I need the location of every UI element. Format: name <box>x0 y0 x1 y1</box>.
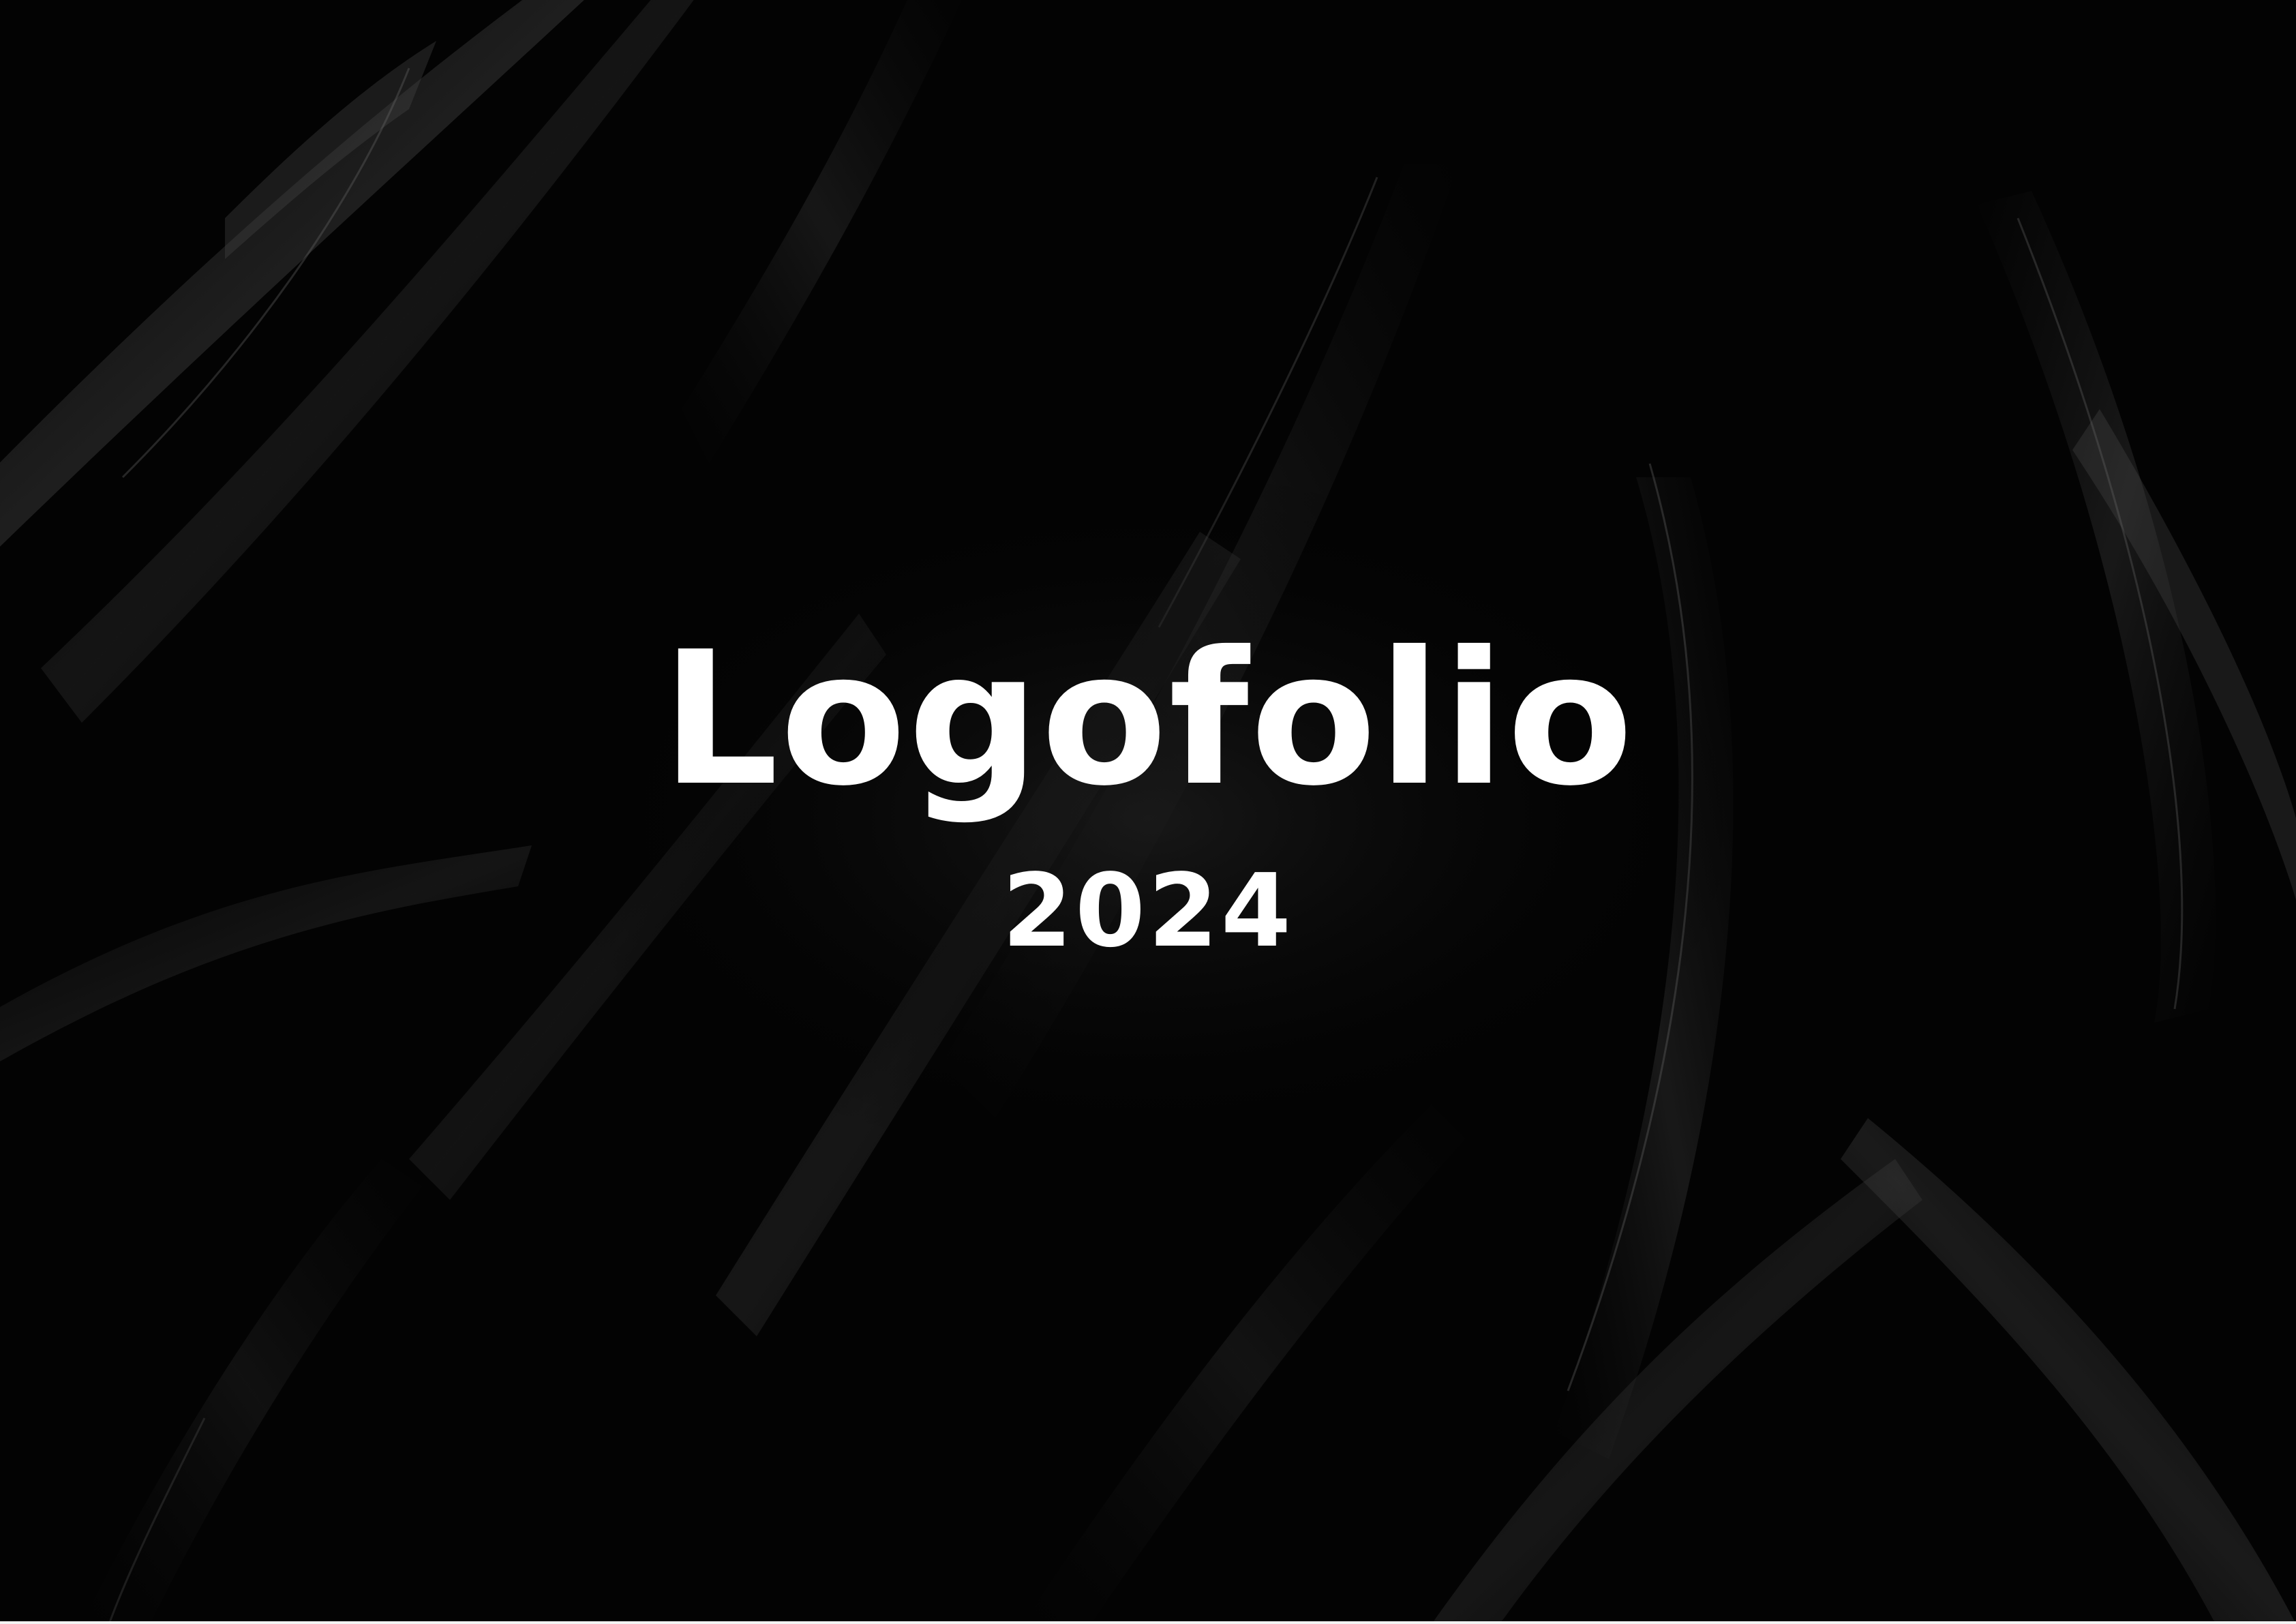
cover-title-block: Logofolio 2024 <box>0 612 2296 969</box>
cover-title: Logofolio <box>661 612 1635 826</box>
cover-year: 2024 <box>1002 852 1294 969</box>
bottom-edge <box>0 1621 2296 1624</box>
cover-page: Logofolio 2024 <box>0 0 2296 1624</box>
